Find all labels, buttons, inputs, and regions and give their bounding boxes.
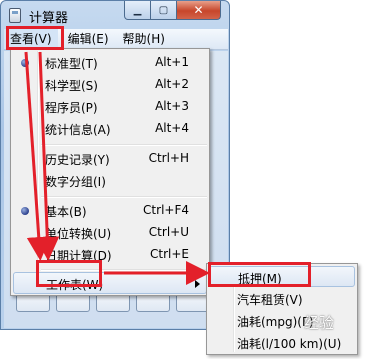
minimize-button[interactable]: ▁ <box>124 1 151 20</box>
menu-item-shortcut: Alt+3 <box>155 99 189 113</box>
view-menu-dropdown: 标准型(T) Alt+1 科学型(S) Alt+2 程序员(P) Alt+3 统… <box>10 48 210 296</box>
menu-item-statistics[interactable]: 统计信息(A) Alt+4 <box>13 118 207 140</box>
menu-item-unit-conversion[interactable]: 单位转换(U) Ctrl+U <box>13 222 207 244</box>
submenu-item-vehicle-lease[interactable]: 汽车租赁(V) <box>209 288 355 309</box>
radio-selected-icon <box>21 59 29 67</box>
menu-item-shortcut: Alt+2 <box>155 77 189 91</box>
menu-item-basic[interactable]: 基本(B) Ctrl+F4 <box>13 200 207 222</box>
menu-item-label: 科学型(S) <box>45 79 98 93</box>
close-button[interactable]: ✕ <box>177 1 221 20</box>
menu-item-label: 标准型(T) <box>45 57 98 71</box>
menu-item-label: 程序员(P) <box>45 101 98 115</box>
menu-separator <box>41 144 207 146</box>
menu-separator <box>41 196 207 198</box>
submenu-item-fuel-l100km[interactable]: 油耗(l/100 km)(U) <box>209 332 355 353</box>
submenu-item-label: 油耗(l/100 km)(U) <box>237 337 342 351</box>
menu-item-label: 数字分组(I) <box>45 175 106 189</box>
submenu-item-label: 汽车租赁(V) <box>237 293 303 307</box>
menu-item-history[interactable]: 历史记录(Y) Ctrl+H <box>13 148 207 170</box>
annotation-box-mortgage <box>208 262 311 287</box>
menu-item-shortcut: Alt+4 <box>155 121 189 135</box>
menu-item-shortcut: Ctrl+H <box>148 151 189 165</box>
annotation-box-view-menu <box>6 26 64 50</box>
submenu-item-label: 油耗(mpg)(F) <box>237 315 314 329</box>
menu-item-shortcut: Ctrl+U <box>148 225 189 239</box>
menu-help[interactable]: 帮助(H) <box>117 29 171 49</box>
maximize-button[interactable]: ▢ <box>151 1 177 20</box>
calculator-app-icon <box>9 8 21 23</box>
screenshot-stage: 计算器 ▁ ▢ ✕ 查看(V) 编辑(E) 帮助(H) 标准型(T) Alt+1 <box>0 0 391 359</box>
menu-item-label: 基本(B) <box>45 205 87 219</box>
title-bar[interactable]: 计算器 ▁ ▢ ✕ <box>1 1 231 29</box>
watermark-text: 经验 <box>304 314 335 332</box>
menu-item-label: 历史记录(Y) <box>45 153 110 167</box>
menu-item-shortcut: Alt+1 <box>155 55 189 69</box>
menu-item-standard[interactable]: 标准型(T) Alt+1 <box>13 52 207 74</box>
radio-selected-icon <box>21 207 29 215</box>
annotation-box-worksheets <box>36 260 102 287</box>
submenu-arrow-icon <box>195 280 200 288</box>
window-title: 计算器 <box>29 11 69 26</box>
menu-item-programmer[interactable]: 程序员(P) Alt+3 <box>13 96 207 118</box>
menu-item-shortcut: Ctrl+E <box>150 247 189 261</box>
caption-buttons: ▁ ▢ ✕ <box>124 1 221 21</box>
menu-item-scientific[interactable]: 科学型(S) Alt+2 <box>13 74 207 96</box>
menu-item-shortcut: Ctrl+F4 <box>143 203 189 217</box>
menu-edit[interactable]: 编辑(E) <box>62 29 115 49</box>
menu-item-label: 统计信息(A) <box>45 123 111 137</box>
menu-item-label: 单位转换(U) <box>45 227 112 241</box>
menu-item-digit-grouping[interactable]: 数字分组(I) <box>13 170 207 192</box>
